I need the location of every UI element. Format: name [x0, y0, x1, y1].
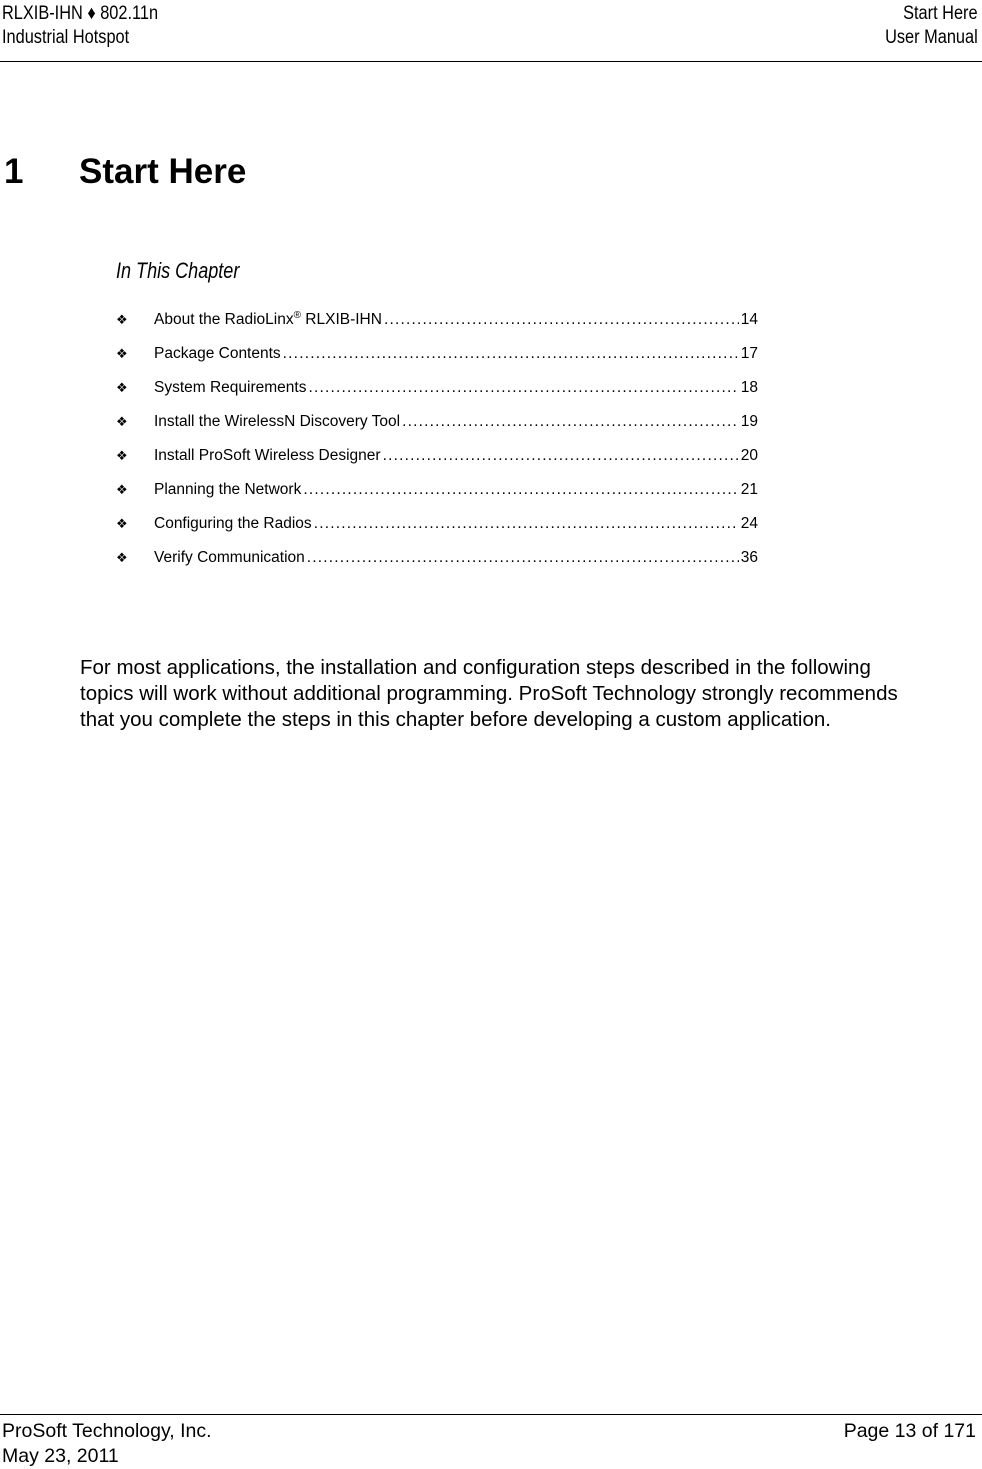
in-this-chapter-heading: In This Chapter — [116, 256, 266, 286]
toc-leader-dots — [314, 513, 739, 535]
toc-item-page: 19 — [740, 413, 758, 430]
registered-mark: ® — [293, 309, 301, 321]
header-right: Start Here User Manual — [870, 2, 978, 50]
page-header: RLXIB-IHN ♦ 802.11n Industrial Hotspot S… — [0, 0, 982, 62]
four-diamond-bullet-icon: ❖ — [116, 449, 128, 464]
toc-item-page: 17 — [740, 345, 758, 362]
header-left: RLXIB-IHN ♦ 802.11n Industrial Hotspot — [2, 2, 183, 50]
toc-item-label: Verify Communication — [154, 549, 305, 566]
toc-item-label: System Requirements — [154, 379, 307, 396]
page-footer: ProSoft Technology, Inc. May 23, 2011 Pa… — [0, 1414, 982, 1467]
toc-item-label: Install ProSoft Wireless Designer — [154, 447, 381, 464]
header-doc-type: User Manual — [885, 27, 978, 48]
chapter-title: 1 Start Here — [4, 150, 246, 194]
toc-item[interactable]: ❖ Configuring the Radios 24 — [116, 513, 758, 547]
footer-company: ProSoft Technology, Inc. — [2, 1420, 212, 1442]
toc-leader-dots — [383, 445, 739, 467]
toc-item-label-text: About the RadioLinx — [154, 311, 294, 328]
toc-leader-dots — [308, 377, 738, 399]
toc-leader-dots — [384, 309, 739, 331]
toc-item-page: 36 — [740, 549, 758, 566]
four-diamond-bullet-icon: ❖ — [116, 313, 128, 328]
footer-page-number: Page 13 of 171 — [843, 1420, 976, 1442]
toc-item-label: Planning the Network — [154, 481, 302, 498]
chapter-number: 1 — [4, 152, 24, 191]
toc-item[interactable]: ❖ Package Contents 17 — [116, 343, 758, 377]
four-diamond-bullet-icon: ❖ — [116, 381, 128, 396]
toc-item-label: Install the WirelessN Discovery Tool — [154, 413, 401, 430]
header-subtitle: Industrial Hotspot — [2, 27, 130, 48]
toc-item-label: Configuring the Radios — [154, 515, 312, 532]
four-diamond-bullet-icon: ❖ — [116, 415, 128, 430]
toc-item[interactable]: ❖ Install the WirelessN Discovery Tool 1… — [116, 411, 758, 445]
toc-item-page: 21 — [740, 481, 758, 498]
toc-item-page: 18 — [740, 379, 758, 396]
toc-item-page: 20 — [740, 447, 758, 464]
toc-item-label: About the RadioLinx® RLXIB-IHN — [154, 309, 382, 331]
footer-left: ProSoft Technology, Inc. May 23, 2011 — [2, 1419, 212, 1469]
toc-item-label-suffix: RLXIB-IHN — [300, 311, 382, 328]
intro-paragraph: For most applications, the installation … — [80, 656, 898, 731]
footer-date: May 23, 2011 — [2, 1445, 119, 1467]
toc-leader-dots — [303, 479, 738, 501]
toc-item-label: Package Contents — [154, 345, 281, 362]
four-diamond-bullet-icon: ❖ — [116, 551, 128, 566]
four-diamond-bullet-icon: ❖ — [116, 517, 128, 532]
four-diamond-bullet-icon: ❖ — [116, 347, 128, 362]
header-section: Start Here — [903, 3, 978, 24]
header-product: RLXIB-IHN ♦ 802.11n — [2, 3, 159, 24]
toc-leader-dots — [283, 343, 739, 365]
toc-leader-dots — [307, 547, 739, 569]
toc-item-page: 14 — [740, 311, 758, 328]
chapter-toc: ❖ About the RadioLinx® RLXIB-IHN 14 ❖ Pa… — [116, 309, 758, 581]
toc-item-page: 24 — [740, 515, 758, 532]
in-this-chapter-label: In This Chapter — [116, 258, 240, 283]
toc-item[interactable]: ❖ Planning the Network 21 — [116, 479, 758, 513]
chapter-title-text: Start Here — [79, 152, 247, 191]
toc-leader-dots — [402, 411, 739, 433]
toc-item[interactable]: ❖ Verify Communication 36 — [116, 547, 758, 581]
toc-item[interactable]: ❖ About the RadioLinx® RLXIB-IHN 14 — [116, 309, 758, 343]
toc-item[interactable]: ❖ Install ProSoft Wireless Designer 20 — [116, 445, 758, 479]
four-diamond-bullet-icon: ❖ — [116, 483, 128, 498]
toc-item[interactable]: ❖ System Requirements 18 — [116, 377, 758, 411]
